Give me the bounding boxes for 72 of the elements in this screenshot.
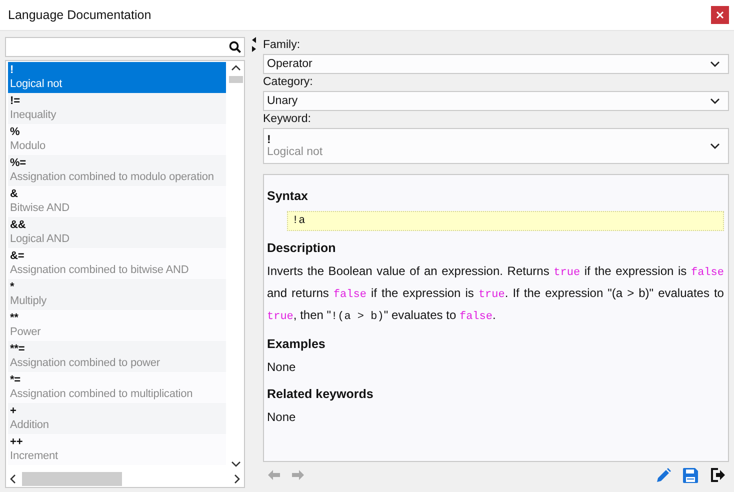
close-icon[interactable]	[716, 11, 724, 19]
keyword-symbol: **=	[10, 342, 25, 356]
keyword-list-item[interactable]: **= Assignation combined to power	[8, 341, 226, 372]
keyword-list-item[interactable]: & Bitwise AND	[8, 186, 226, 217]
section-heading: Examples	[267, 337, 326, 351]
section-text: None	[267, 410, 296, 424]
keyword-description: Assignation combined to power	[10, 356, 160, 371]
search-icon[interactable]	[229, 41, 241, 53]
keyword-description: Assignation combined to multiplication	[10, 387, 193, 402]
keyword-list-item[interactable]: ! Logical not	[8, 62, 226, 93]
keyword-description: Addition	[10, 418, 49, 433]
dropdown[interactable]: ! Logical not	[263, 128, 729, 164]
pencil-icon[interactable]	[656, 468, 671, 482]
chevron-down-icon	[710, 61, 720, 67]
dropdown[interactable]: Unary	[263, 91, 729, 111]
dropdown[interactable]: Operator	[263, 54, 729, 74]
chevron-down-icon	[710, 143, 720, 149]
scrollbar-thumb[interactable]	[229, 76, 243, 83]
keyword-description: Logical not	[10, 77, 62, 92]
keyword-list-item[interactable]: * Multiply	[8, 279, 226, 310]
keyword-symbol: %=	[10, 156, 26, 170]
keyword-symbol: ++	[10, 435, 23, 449]
syntax-code: !a	[287, 211, 724, 231]
keyword-list-item[interactable]: != Inequality	[8, 93, 226, 124]
close-button[interactable]	[711, 6, 729, 24]
expand-right-icon[interactable]	[252, 46, 256, 52]
window-title: Language Documentation	[8, 8, 152, 22]
keyword-description: Logical AND	[10, 232, 70, 247]
scroll-down-icon[interactable]	[231, 461, 241, 467]
keyword-description: Assignation combined to bitwise AND	[10, 263, 189, 278]
chevron-down-icon	[710, 98, 720, 104]
keyword-description: Modulo	[10, 139, 46, 154]
keyword-symbol: %	[10, 125, 20, 139]
scroll-left-icon[interactable]	[10, 474, 16, 484]
description-text: Inverts the Boolean value of an expression. Returns true if the expression is false and returns false if the expression is true. If the expression "(a > b)" evaluates to true, then "!(a > b)" evaluates to false.	[267, 263, 724, 325]
field-label: Keyword:	[263, 113, 311, 125]
keyword-symbol: *	[10, 280, 14, 294]
keyword-description: Inequality	[10, 108, 56, 123]
section-text: None	[267, 360, 296, 374]
keyword-symbol: &=	[10, 249, 24, 263]
collapse-left-icon[interactable]	[252, 37, 256, 43]
keyword-list-item[interactable]: ** Power	[8, 310, 226, 341]
keyword-list-item[interactable]: % Modulo	[8, 124, 226, 155]
keyword-symbol: *=	[10, 373, 21, 387]
keyword-list-item[interactable]: + Addition	[8, 403, 226, 434]
search-field[interactable]	[5, 37, 245, 57]
keyword-symbol: !=	[10, 94, 20, 108]
keyword-description: Bitwise AND	[10, 201, 70, 216]
keyword-symbol: &	[10, 187, 18, 201]
field-label: Family:	[263, 39, 300, 51]
section-heading: Description	[267, 241, 336, 255]
keyword-list-item[interactable]: %= Assignation combined to modulo operation	[8, 155, 226, 186]
keyword-symbol: &&	[10, 218, 26, 232]
section-heading: Syntax	[267, 189, 308, 203]
keyword-list-item[interactable]: ++ Increment	[8, 434, 226, 465]
keyword-list-item[interactable]: &= Assignation combined to bitwise AND	[8, 248, 226, 279]
keyword-description: Multiply	[10, 294, 46, 309]
keyword-list-item[interactable]: *= Assignation combined to multiplication	[8, 372, 226, 403]
section-heading: Related keywords	[267, 387, 374, 401]
keyword-description: Increment	[10, 449, 58, 464]
keyword-symbol: +	[10, 404, 16, 418]
keyword-description: Assignation combined to modulo operation	[10, 170, 214, 185]
scroll-right-icon[interactable]	[234, 474, 240, 484]
field-label: Category:	[263, 76, 313, 88]
save-icon[interactable]	[683, 468, 698, 482]
keyword-description: Power	[10, 325, 41, 340]
scrollbar-thumb[interactable]	[22, 472, 122, 486]
scroll-up-icon[interactable]	[231, 65, 241, 71]
keyword-symbol: **	[10, 311, 18, 325]
keyword-list-item[interactable]: && Logical AND	[8, 217, 226, 248]
keyword-symbol: !	[10, 63, 14, 77]
exit-icon[interactable]	[710, 468, 725, 482]
